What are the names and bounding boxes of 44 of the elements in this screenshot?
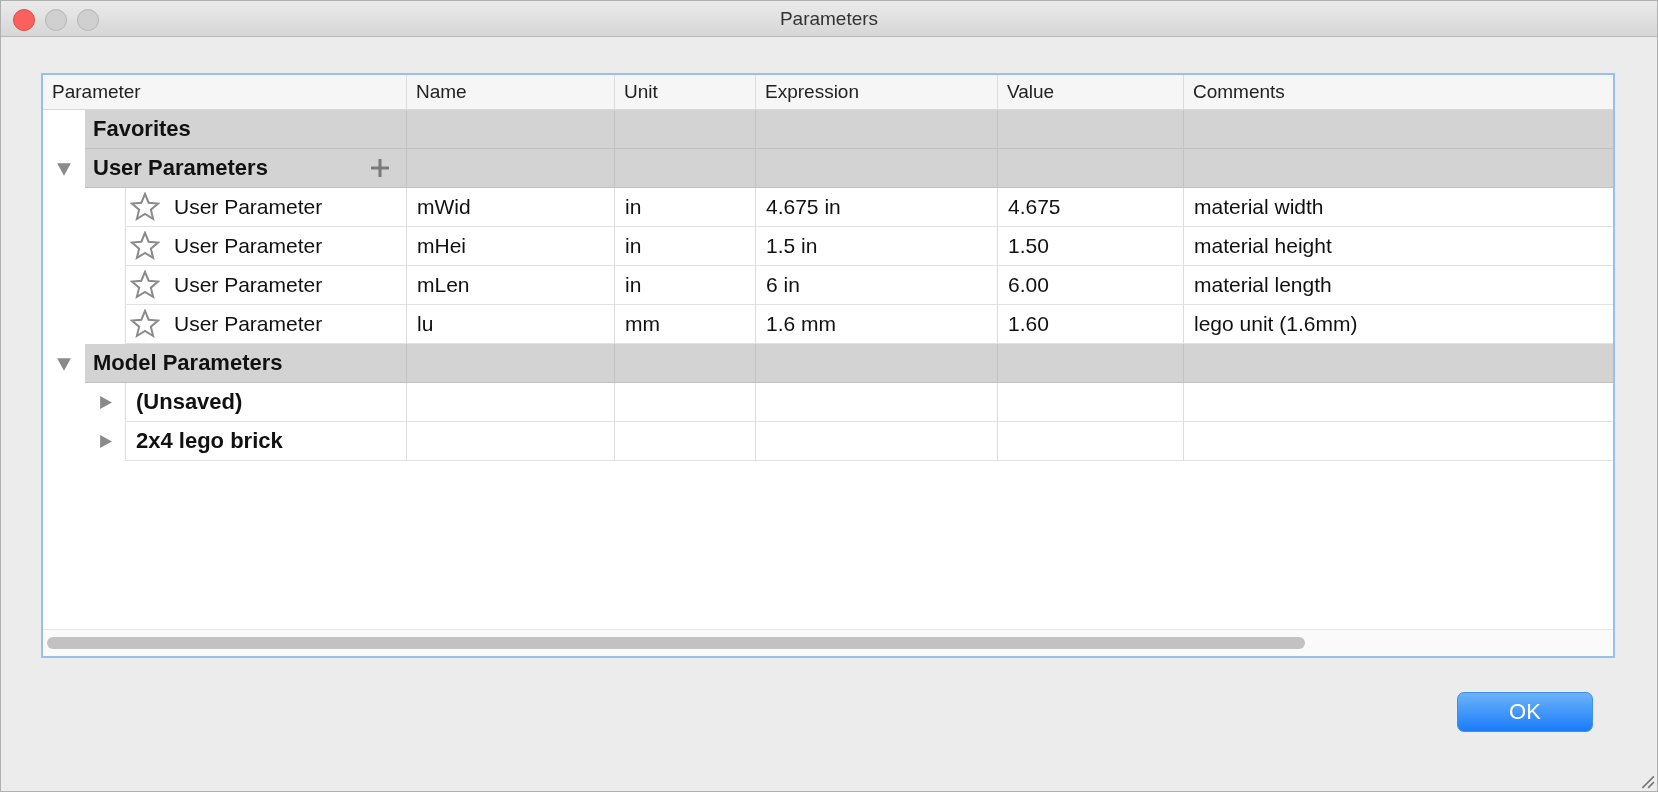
table-cell: 4.675 (997, 188, 1183, 227)
star-icon[interactable] (130, 192, 160, 222)
column-header[interactable]: Name (406, 75, 614, 109)
model-label: (Unsaved) (135, 389, 243, 415)
window-title: Parameters (779, 7, 879, 30)
table-cell: in (614, 188, 755, 227)
table-cell: 4.675 in (755, 188, 997, 227)
table-cell: material height (1183, 227, 1613, 266)
group-label: User Parameters (93, 155, 268, 181)
table-cell: material length (1183, 266, 1613, 305)
table-cell: User Parameter (174, 195, 323, 219)
table-cell: mLen (406, 266, 614, 305)
table-cell: 6 in (755, 266, 997, 305)
collapse-arrow-icon[interactable] (56, 160, 72, 177)
close-button[interactable] (13, 9, 35, 31)
star-icon[interactable] (130, 231, 160, 261)
table-cell: 1.5 in (755, 227, 997, 266)
column-header[interactable]: Value (997, 75, 1183, 109)
model-label: 2x4 lego brick (135, 428, 283, 454)
table-cell: User Parameter (174, 312, 323, 336)
column-header[interactable]: Comments (1183, 75, 1613, 109)
column-header[interactable]: Parameter (43, 75, 406, 109)
table-cell: User Parameter (174, 273, 323, 297)
group-label: Favorites (93, 116, 191, 142)
table-cell: 6.00 (997, 266, 1183, 305)
resize-grip-icon[interactable] (1639, 773, 1655, 789)
expand-arrow-icon[interactable] (98, 395, 113, 410)
add-icon[interactable] (370, 158, 390, 178)
star-icon[interactable] (130, 270, 160, 300)
group-label: Model Parameters (93, 350, 283, 376)
table-cell: mHei (406, 227, 614, 266)
table-cell: material width (1183, 188, 1613, 227)
table-cell: User Parameter (174, 234, 323, 258)
scrollbar-thumb[interactable] (47, 637, 1305, 649)
table-cell: in (614, 227, 755, 266)
table-cell: 1.50 (997, 227, 1183, 266)
column-header[interactable]: Unit (614, 75, 755, 109)
collapse-arrow-icon[interactable] (56, 355, 72, 372)
column-header[interactable]: Expression (755, 75, 997, 109)
table-cell: mWid (406, 188, 614, 227)
expand-arrow-icon[interactable] (98, 434, 113, 449)
horizontal-scrollbar[interactable] (43, 629, 1613, 656)
table-cell: in (614, 266, 755, 305)
star-icon[interactable] (130, 309, 160, 339)
